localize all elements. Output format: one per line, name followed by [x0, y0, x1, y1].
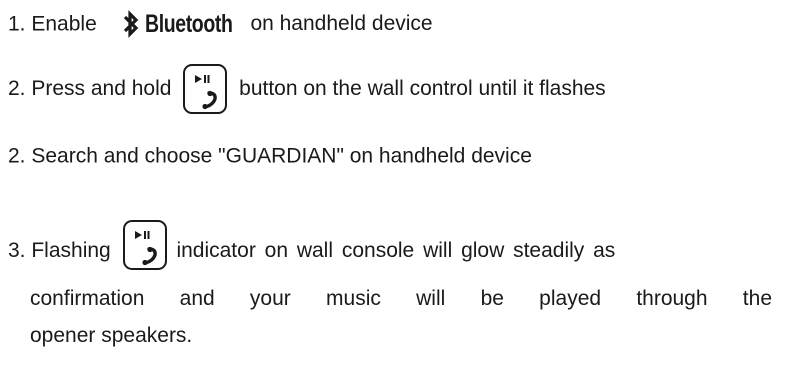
step-text: Search and choose "GUARDIAN" on handheld… — [31, 144, 532, 168]
step-text-before: Flashing — [31, 239, 111, 262]
step-number: 2. — [8, 144, 26, 168]
step-text-before: Enable — [31, 12, 97, 36]
step-continuation-line: opener speakers. — [30, 324, 193, 347]
step-text-before: Press and hold — [31, 77, 172, 100]
step-text-after: button on the wall control until it flas… — [239, 77, 606, 100]
step-number: 1. — [8, 12, 26, 36]
step-number: 2. — [8, 77, 26, 100]
play-pause-phone-button-icon — [183, 64, 228, 114]
play-pause-phone-button-icon — [122, 220, 167, 270]
step-search-choose: 2. Search and choose "GUARDIAN" on handh… — [8, 142, 532, 170]
step-first-line: 3. Flashing indicator on wall console wi… — [8, 220, 772, 276]
bluetooth-icon — [123, 10, 138, 39]
step-press-hold: 2. Press and hold button on the wall con… — [8, 64, 606, 114]
step-flashing-indicator: 3. Flashing indicator on wall console wi… — [8, 220, 772, 350]
step-enable-bluetooth: 1. Enable Bluetooth on handheld device — [8, 10, 433, 38]
step-text-after: on handheld device — [250, 12, 433, 36]
step-continuation-line: confirmation and your music will be play… — [30, 287, 772, 310]
step-text-after-line1: indicator on wall console will glow stea… — [176, 239, 616, 262]
step-number: 3. — [8, 239, 26, 262]
bluetooth-wordmark: Bluetooth — [144, 10, 233, 39]
